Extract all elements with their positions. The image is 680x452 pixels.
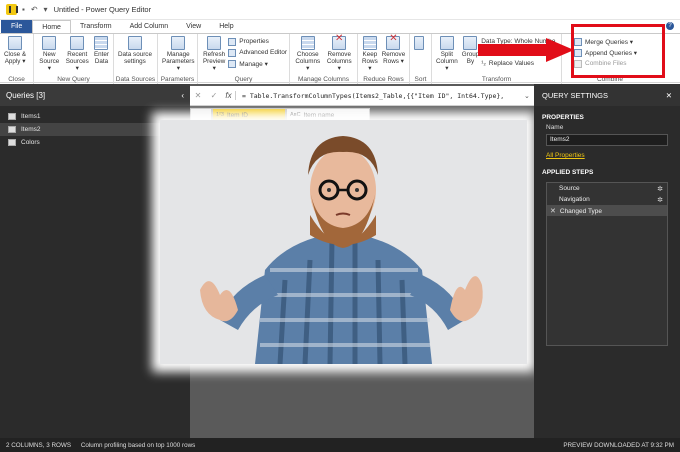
step-source[interactable]: Source ✲: [547, 183, 667, 194]
formula-bar: ✕ ✓ fx = Table.TransformColumnTypes(Item…: [190, 86, 534, 106]
step-settings-gear-icon[interactable]: ✲: [657, 196, 663, 204]
column-profiling-mode[interactable]: Column profiling based on top 1000 rows: [81, 442, 195, 449]
manage-parameters-icon: [171, 36, 186, 50]
help-icon[interactable]: ?: [666, 22, 674, 30]
undo-icon[interactable]: ↶: [31, 5, 38, 14]
step-changed-type[interactable]: ✕ Changed Type: [547, 205, 667, 216]
highlight-box-annotation: [571, 24, 665, 78]
close-apply-icon: [8, 36, 23, 50]
text-type-icon[interactable]: AʙC: [290, 112, 301, 118]
new-query-group: New Source ▾ Recent Sources ▾ Enter Data…: [34, 34, 114, 84]
parameters-group-label: Parameters: [160, 76, 195, 83]
keep-rows-icon: [362, 36, 377, 50]
data-sources-group-label: Data Sources: [115, 76, 156, 83]
row-column-count: 2 COLUMNS, 3 ROWS: [6, 441, 72, 449]
applied-steps-header: APPLIED STEPS: [542, 169, 594, 176]
properties-button[interactable]: Properties: [228, 36, 287, 47]
close-pane-icon[interactable]: ✕: [666, 91, 672, 100]
tab-transform[interactable]: Transform: [71, 20, 121, 33]
power-query-editor-window: ▪ ↶ ▾ Untitled - Power Query Editor File…: [0, 0, 680, 452]
commit-formula-icon[interactable]: ✓: [206, 91, 222, 100]
data-sources-group: Data source settings Data Sources: [114, 34, 158, 84]
close-group: Close & Apply ▾ Close: [0, 34, 34, 84]
delete-step-icon[interactable]: ✕: [550, 208, 556, 215]
transform-group-label: Transform: [481, 76, 512, 83]
query-settings-title: QUERY SETTINGS: [542, 90, 608, 100]
parameters-group: Manage Parameters ▾ Parameters: [158, 34, 198, 84]
tab-file[interactable]: File: [1, 20, 33, 33]
manage-columns-group-label: Manage Columns: [298, 76, 349, 83]
close-group-label: Close: [8, 76, 25, 83]
query-group-label: Query: [234, 76, 253, 83]
choose-columns-icon: [300, 36, 315, 50]
table-icon: [8, 126, 16, 133]
split-column-icon: [439, 36, 454, 50]
query-settings-pane: QUERY SETTINGS ✕ PROPERTIES Name Items2 …: [534, 84, 680, 438]
whole-number-type-icon[interactable]: 1²3: [216, 112, 224, 118]
group-by-icon: [463, 36, 478, 50]
formula-text[interactable]: = Table.TransformColumnTypes(Items2_Tabl…: [242, 92, 524, 100]
all-properties-link[interactable]: All Properties: [534, 152, 680, 159]
status-left: 2 COLUMNS, 3 ROWS Column profiling based…: [6, 442, 195, 449]
collapse-pane-icon[interactable]: ‹: [181, 91, 184, 100]
properties-section-header: PROPERTIES: [542, 114, 584, 121]
advanced-editor-icon: [228, 48, 237, 57]
query-settings-header: QUERY SETTINGS ✕: [534, 84, 680, 106]
remove-rows-icon: [386, 35, 401, 50]
new-source-icon: [42, 36, 57, 50]
advanced-editor-button[interactable]: Advanced Editor: [228, 47, 287, 58]
data-source-settings-icon: [127, 36, 142, 50]
save-icon[interactable]: ▪: [22, 5, 25, 14]
red-arrow-annotation: [478, 38, 574, 62]
manage-button[interactable]: Manage ▾: [228, 58, 287, 69]
tab-add-column[interactable]: Add Column: [121, 20, 178, 33]
manage-columns-group: Choose Columns ▾ Remove Columns ▾ Manage…: [290, 34, 358, 84]
properties-icon: [228, 37, 237, 46]
shrugging-man-image: [160, 120, 527, 364]
title-bar: ▪ ↶ ▾ Untitled - Power Query Editor: [0, 0, 680, 20]
tab-view[interactable]: View: [177, 20, 210, 33]
refresh-icon: [207, 36, 222, 50]
enter-data-icon: [94, 36, 109, 50]
applied-steps-list: Source ✲ Navigation ✲ ✕ Changed Type: [546, 182, 668, 346]
queries-pane-title: Queries [3]: [6, 90, 46, 100]
confused-man-photo: [160, 120, 527, 364]
query-name-input[interactable]: Items2: [546, 134, 668, 146]
reduce-rows-group-label: Reduce Rows: [363, 76, 404, 83]
step-settings-gear-icon[interactable]: ✲: [657, 185, 663, 193]
step-navigation[interactable]: Navigation ✲: [547, 194, 667, 205]
fx-icon[interactable]: fx: [222, 91, 236, 100]
name-label: Name: [546, 124, 564, 131]
new-query-group-label: New Query: [57, 76, 90, 83]
query-group: Refresh Preview ▾ Properties Advanced Ed…: [198, 34, 290, 84]
sort-group-label: Sort: [414, 76, 427, 83]
quick-access-dropdown-icon[interactable]: ▾: [44, 5, 48, 14]
tab-help[interactable]: Help: [210, 20, 242, 33]
table-icon: [8, 139, 16, 146]
queries-pane-header: Queries [3] ‹: [0, 84, 190, 106]
recent-sources-icon: [70, 36, 85, 50]
remove-columns-icon: [332, 35, 347, 50]
tab-home[interactable]: Home: [32, 20, 71, 33]
table-icon: [8, 113, 16, 120]
sort-icon: [414, 36, 424, 50]
sort-group: Sort: [410, 34, 432, 84]
window-title: Untitled - Power Query Editor: [53, 5, 152, 14]
manage-icon: [228, 59, 237, 68]
power-bi-logo-icon: [6, 4, 18, 15]
status-bar: 2 COLUMNS, 3 ROWS Column profiling based…: [0, 438, 680, 452]
preview-downloaded-time: PREVIEW DOWNLOADED AT 9:32 PM: [563, 441, 674, 449]
reduce-rows-group: Keep Rows ▾ Remove Rows ▾ Reduce Rows: [358, 34, 410, 84]
expand-formula-icon[interactable]: ⌄: [524, 92, 534, 100]
cancel-formula-icon[interactable]: ✕: [190, 91, 206, 100]
